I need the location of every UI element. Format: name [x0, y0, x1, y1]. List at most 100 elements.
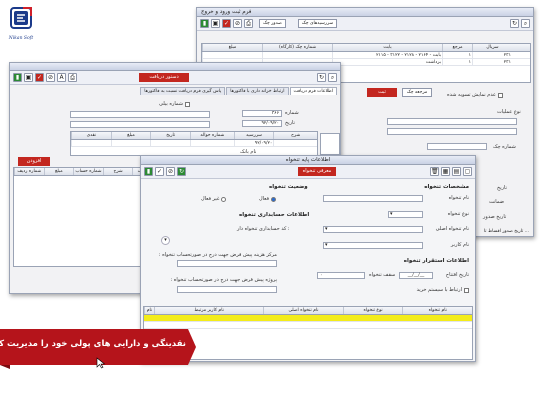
- tab-treasury-invoices[interactable]: ارتباط خزانه داری با فاکتورها: [226, 87, 289, 95]
- account-field[interactable]: [70, 111, 210, 118]
- status-active-radio[interactable]: فعال: [259, 196, 276, 202]
- cancel-icon[interactable]: ⊘: [46, 73, 55, 82]
- check-icon[interactable]: ✓: [155, 167, 164, 176]
- cost-center-label: مرکز هزینه پیش فرض جهت درج در صورتحساب ت…: [158, 252, 277, 258]
- mid-check-grid-header: نقدی مبلغ تاریخ شماره حواله سررسید شرح: [71, 132, 317, 140]
- mid-checkbox[interactable]: شماره بیلی: [159, 101, 190, 107]
- user-select[interactable]: ▾: [323, 242, 423, 249]
- ceiling-field[interactable]: ۰: [317, 272, 365, 279]
- mid-check-grid[interactable]: نقدی مبلغ تاریخ شماره حواله سررسید شرح ۹…: [70, 131, 318, 156]
- specs-title: مشخصات تنخواه: [424, 184, 469, 190]
- main-name-select[interactable]: ▾: [323, 226, 423, 233]
- open-date-label: تاریخ افتتاح: [445, 272, 469, 278]
- save-icon[interactable]: ▣: [211, 19, 220, 28]
- refresh-icon[interactable]: ↻: [177, 167, 186, 176]
- col-check: شماره چک (کارگاه): [262, 44, 332, 51]
- chevron-down-icon: ▾: [390, 211, 393, 217]
- cursor-icon: [96, 357, 106, 369]
- promo-banner: نقدینگی و دارایی های پولی خود را مدیریت …: [0, 323, 196, 369]
- chevron-down-icon: ▾: [325, 242, 328, 248]
- account-dropdown-icon[interactable]: ▾: [161, 236, 170, 245]
- logo-caption: Nikan Soft: [8, 36, 34, 41]
- search-icon[interactable]: ⌕: [328, 73, 337, 82]
- exit-icon[interactable]: ▮: [13, 73, 22, 82]
- radio-active[interactable]: [270, 196, 276, 202]
- back-window-toolbar: ▮ ▣ ✓ ⊘ ⎙ صدور چک سررسیدهای چک ↻ ⌕: [197, 17, 533, 31]
- project-label: پروژه پیش فرض جهت درج در صورتحساب تنخواه…: [170, 277, 277, 283]
- tab-receipt-info[interactable]: اطلاعات فرم دریافت: [289, 87, 337, 95]
- front-window-titlebar: اطلاعات پایه تنخواه: [141, 156, 475, 165]
- hide-settled-checkbox[interactable]: عدم نمایش تسویه شده: [447, 92, 503, 98]
- date-row: تاریخ ۹۲/۰۹/۲۰: [242, 120, 295, 127]
- back-red-button[interactable]: ثبت: [367, 88, 397, 97]
- link-purchase-checkbox[interactable]: ارتباط با سیستم خرید: [417, 287, 469, 293]
- save-icon[interactable]: ▣: [24, 73, 33, 82]
- cancel-icon[interactable]: ⊘: [233, 19, 242, 28]
- petty-cash-grid-header: نام تنخواه نوع تنخواه نام تنخواه اصلی نا…: [144, 307, 472, 315]
- radio-inactive[interactable]: [221, 196, 227, 202]
- mid-window-toolbar: ▮ ▣ ✓ ⊘ A ⎙ دستور دریافت ↻ ⌕: [10, 71, 340, 85]
- open-date-field[interactable]: __/__/__: [399, 272, 433, 279]
- mid-lower-grid-header: شماره ردیف مبلغ شماره حساب شرح ردیف: [14, 168, 152, 176]
- check-due-button[interactable]: سررسیدهای چک: [297, 19, 338, 28]
- date-field[interactable]: ۹۲/۰۹/۲۰: [242, 120, 282, 127]
- type-select[interactable]: ▾: [388, 211, 423, 218]
- back-window-title: فرم ثبت ورود و خروج: [201, 9, 252, 15]
- chevron-down-icon: ▾: [325, 226, 328, 232]
- ceiling-label: سقف تنخواه: [369, 272, 396, 278]
- print-icon[interactable]: ⎙: [68, 73, 77, 82]
- grid-icon[interactable]: ▦: [441, 167, 450, 176]
- col-ref: مرجع: [442, 44, 472, 51]
- list-icon[interactable]: ▤: [452, 167, 461, 176]
- front-window-toolbar: ▮ ✓ ⊘ ↻ معرفی تنخواه 🗑 ▦ ▤ ▢: [141, 165, 475, 179]
- back-field-2[interactable]: [387, 128, 517, 135]
- accounting-title: اطلاعات حسابداری تنخواه: [239, 212, 310, 218]
- table-row[interactable]: ۲۱۱۵ - ۳۱۲۲ - ۲۱۲۸ - ۲۱۶۴ - بابت ۱ ۲۳۱: [202, 52, 530, 59]
- name-field[interactable]: [323, 195, 423, 202]
- project-field[interactable]: [177, 286, 277, 293]
- type-label: نوع تنخواه: [447, 211, 469, 217]
- exit-icon[interactable]: ▮: [200, 19, 209, 28]
- link-purchase-check[interactable]: [464, 287, 469, 293]
- banner-text: نقدینگی و دارایی های پولی خود را مدیریت …: [0, 339, 186, 349]
- user-label: نام کاربر: [450, 242, 469, 248]
- mid-side-panel: [320, 133, 340, 155]
- check-icon[interactable]: ✓: [35, 73, 44, 82]
- number-row: شماره ۳۶۶: [242, 110, 299, 117]
- table-row[interactable]: ۹۲/۰۹/۲۰: [71, 140, 317, 147]
- search-icon[interactable]: ⌕: [521, 19, 530, 28]
- has-account-label: کد حسابداری تنخواه دار :: [237, 226, 290, 232]
- bill-number-check[interactable]: [185, 101, 190, 107]
- tab-invoice-tracking[interactable]: پاس گیری فرم دریافت نسبت به فاکتورها: [140, 87, 226, 95]
- add-button[interactable]: افزودن: [18, 157, 50, 166]
- font-icon[interactable]: A: [57, 73, 66, 82]
- hide-settled-check[interactable]: [497, 92, 503, 98]
- mid-title-button[interactable]: دستور دریافت: [139, 73, 189, 82]
- back-side-field-1: نوع عملیات: [497, 109, 521, 115]
- establish-title: اطلاعات استقرار تنخواه: [403, 258, 469, 264]
- account-field-2[interactable]: [70, 121, 210, 128]
- refresh-icon[interactable]: ↻: [510, 19, 519, 28]
- back-field-3[interactable]: [427, 143, 487, 150]
- new-icon[interactable]: ▢: [463, 167, 472, 176]
- cost-center-field[interactable]: [177, 260, 277, 267]
- back-side-field-3: تاریخ: [497, 185, 507, 191]
- delete-icon[interactable]: 🗑: [430, 167, 439, 176]
- issue-check-button[interactable]: صدور چک: [259, 19, 286, 28]
- back-footer: تاریخ صدور اقساط تا ...: [483, 229, 529, 234]
- status-inactive-radio[interactable]: غیر فعال: [201, 196, 227, 202]
- back-small-button[interactable]: مرجعه چک: [402, 88, 432, 97]
- check-icon[interactable]: ✓: [222, 19, 231, 28]
- print-icon[interactable]: ⎙: [244, 19, 253, 28]
- cancel-icon[interactable]: ⊘: [166, 167, 175, 176]
- table-row-selected[interactable]: [144, 315, 472, 322]
- main-name-label: نام تنخواه اصلی: [435, 226, 469, 232]
- mid-lower-grid[interactable]: شماره ردیف مبلغ شماره حساب شرح ردیف: [13, 167, 153, 267]
- refresh-icon[interactable]: ↻: [317, 73, 326, 82]
- front-window-title: اطلاعات پایه تنخواه: [285, 157, 331, 163]
- exit-icon[interactable]: ▮: [144, 167, 153, 176]
- number-field[interactable]: ۳۶۶: [242, 110, 282, 117]
- mid-window-titlebar: [10, 63, 340, 71]
- back-field-1[interactable]: [387, 118, 517, 125]
- introduce-petty-cash-button[interactable]: معرفی تنخواه: [298, 167, 336, 176]
